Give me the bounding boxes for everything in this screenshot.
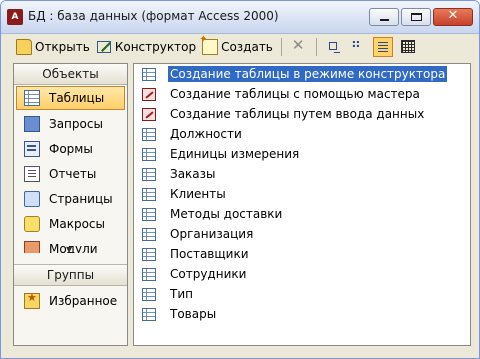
table-icon: [142, 167, 156, 181]
objects-nav-list: Таблицы Запросы Формы Отчеты Страницы Ма…: [14, 85, 127, 253]
window-title: БД : база данных (формат Access 2000): [28, 9, 279, 23]
sidebar-item-queries[interactable]: Запросы: [14, 111, 127, 136]
title-bar[interactable]: A БД : база данных (формат Access 2000) …: [1, 1, 479, 34]
toolbar-separator: [315, 37, 317, 56]
table-icon: [24, 90, 40, 106]
list-item-label: Заказы: [170, 167, 216, 181]
list-item[interactable]: Должности: [134, 124, 470, 144]
open-button[interactable]: Открыть: [13, 37, 93, 57]
small-icons-icon[interactable]: [349, 36, 367, 56]
list-item-label: Товары: [170, 307, 217, 321]
sidebar-item-forms[interactable]: Формы: [14, 136, 127, 161]
list-icon[interactable]: [372, 36, 393, 57]
groups-header-wrap: Группы: [14, 264, 127, 286]
list-item-label: Создание таблицы в режиме конструктора: [168, 66, 448, 82]
sidebar-item-label: Таблицы: [49, 91, 105, 105]
list-item-label: Тип: [170, 287, 193, 301]
delete-icon[interactable]: [290, 36, 308, 56]
query-icon: [24, 115, 40, 132]
close-button[interactable]: ✕: [433, 8, 473, 26]
scroll-down-arrow-icon[interactable]: ▼: [66, 245, 72, 254]
sidebar-item-favorites[interactable]: Избранное: [14, 288, 127, 313]
wizard-icon: [142, 107, 156, 121]
sidebar-item-tables[interactable]: Таблицы: [16, 86, 125, 110]
details-icon[interactable]: [399, 38, 417, 56]
sidebar-item-label: Избранное: [49, 293, 118, 308]
open-icon: [16, 38, 32, 55]
sidebar-item-label: Формы: [49, 141, 93, 156]
table-icon: [142, 247, 156, 261]
toolbar-separator: [280, 37, 282, 56]
sidebar-item-pages[interactable]: Страницы: [14, 186, 127, 211]
sidebar-item-macros[interactable]: Макросы: [14, 211, 127, 236]
objects-bar: Объекты Таблицы Запросы Формы Отчеты Стр…: [13, 63, 128, 346]
toolbar: Открыть Конструктор Создать: [1, 34, 479, 59]
sidebar-item-label: Отчеты: [49, 166, 97, 181]
large-icons-icon[interactable]: [325, 38, 343, 56]
list-item[interactable]: Поставщики: [134, 244, 470, 264]
list-item[interactable]: Клиенты: [134, 184, 470, 204]
list-item-label: Методы доставки: [170, 207, 283, 221]
list-item[interactable]: Единицы измерения: [134, 144, 470, 164]
sidebar-item-reports[interactable]: Отчеты: [14, 161, 127, 186]
wizard-icon: [142, 87, 156, 101]
create-button[interactable]: Создать: [199, 34, 276, 57]
list-item[interactable]: Организация: [134, 224, 470, 244]
object-list: Создание таблицы в режиме конструктора С…: [133, 63, 471, 346]
window-controls: ✕: [369, 8, 473, 26]
new-icon: [199, 34, 219, 55]
list-item-label: Поставщики: [170, 247, 249, 261]
groups-header[interactable]: Группы: [14, 265, 127, 286]
favorites-wrap: Избранное: [14, 288, 127, 313]
maximize-icon: [411, 13, 422, 21]
design-icon: [96, 39, 112, 55]
minimize-button[interactable]: [369, 8, 399, 26]
page-icon: [24, 190, 40, 207]
database-window: A БД : база данных (формат Access 2000) …: [0, 0, 480, 359]
table-icon: [142, 287, 156, 301]
list-item-label: Должности: [170, 127, 242, 141]
sidebar-item-label: Запросы: [49, 116, 103, 131]
list-item-label: Создание таблицы с помощью мастера: [170, 87, 420, 101]
table-icon: [142, 207, 156, 221]
list-item[interactable]: Заказы: [134, 164, 470, 184]
table-icon: [142, 187, 156, 201]
design-button[interactable]: Конструктор: [93, 37, 199, 57]
sidebar-item-label: Макросы: [49, 216, 105, 231]
macro-icon: [24, 215, 40, 232]
favorites-icon: [24, 291, 40, 309]
open-button-label: Открыть: [35, 39, 90, 54]
list-item[interactable]: Создание таблицы с помощью мастера: [134, 84, 470, 104]
form-icon: [24, 140, 40, 157]
list-item-label: Организация: [170, 227, 254, 241]
list-item[interactable]: Создание таблицы путем ввода данных: [134, 104, 470, 124]
maximize-button[interactable]: [401, 8, 431, 26]
list-item[interactable]: Тип: [134, 284, 470, 304]
table-icon: [142, 127, 156, 141]
list-item-label: Сотрудники: [170, 267, 247, 281]
list-item-label: Единицы измерения: [170, 147, 300, 161]
table-icon: [142, 267, 156, 281]
sidebar-item-label: Модули: [49, 241, 98, 254]
access-app-icon: A: [7, 9, 23, 25]
sidebar-item-label: Страницы: [49, 191, 113, 206]
list-item[interactable]: Сотрудники: [134, 264, 470, 284]
design-button-label: Конструктор: [114, 39, 197, 54]
list-item[interactable]: Товары: [134, 304, 470, 324]
table-icon: [142, 227, 156, 241]
content-area: Объекты Таблицы Запросы Формы Отчеты Стр…: [13, 63, 471, 348]
design-wizard-icon: [142, 67, 156, 81]
table-icon: [142, 147, 156, 161]
objects-header[interactable]: Объекты: [14, 64, 127, 85]
list-item[interactable]: Создание таблицы в режиме конструктора: [134, 64, 470, 84]
list-item-label: Создание таблицы путем ввода данных: [170, 107, 425, 121]
module-icon: [24, 240, 40, 253]
table-icon: [142, 307, 156, 321]
create-button-label: Создать: [221, 39, 273, 54]
minimize-icon: [380, 19, 389, 21]
list-item-label: Клиенты: [170, 187, 226, 201]
report-icon: [24, 165, 40, 182]
close-icon: ✕: [447, 8, 459, 23]
list-item[interactable]: Методы доставки: [134, 204, 470, 224]
